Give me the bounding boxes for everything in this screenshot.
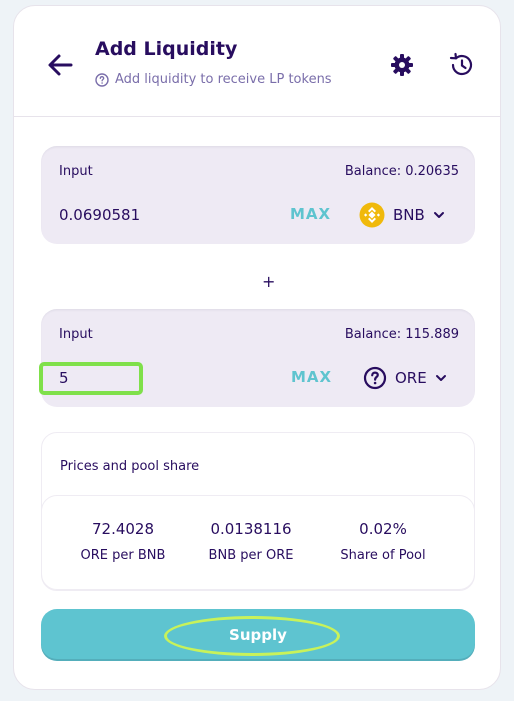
prices-stats: 72.4028 ORE per BNB 0.0138116 BNB per OR… [41,495,475,591]
supply-label: Supply [229,626,287,644]
amount-input-a[interactable] [59,202,239,228]
subtitle-text: Add liquidity to receive LP tokens [115,72,332,87]
page-title: Add Liquidity [95,38,238,60]
amount-input-b[interactable] [59,365,179,391]
stat-ore-per-bnb: 72.4028 ORE per BNB [58,520,188,563]
token-name: ORE [395,369,427,387]
supply-button[interactable]: Supply [41,609,475,661]
stat-value: 0.0138116 [210,520,292,538]
stat-label: ORE per BNB [80,548,166,563]
input-panel-a: Input Balance: 0.20635 MAX BNB [41,146,475,244]
page-subtitle: Add liquidity to receive LP tokens [95,72,332,87]
chevron-down-icon [433,212,444,218]
token-name: BNB [393,206,425,224]
card-header: Add Liquidity Add liquidity to receive L… [14,6,500,117]
balance-text: Balance: 0.20635 [344,164,459,179]
input-label: Input [59,327,93,342]
input-panel-b: Input Balance: 115.889 MAX ORE [41,309,475,407]
stat-value: 0.02% [359,520,407,538]
chevron-down-icon [435,375,446,381]
token-select-bnb[interactable]: BNB [359,200,445,230]
question-circle-icon [363,366,387,390]
balance-text: Balance: 115.889 [344,327,459,342]
token-select-ore[interactable]: ORE [363,363,447,393]
prices-title: Prices and pool share [60,459,200,474]
max-button[interactable]: MAX [291,368,332,386]
question-circle-icon[interactable] [95,72,109,87]
stat-label: Share of Pool [340,548,426,563]
plus-sign: + [262,272,276,291]
input-label: Input [59,164,93,179]
add-liquidity-card: Add Liquidity Add liquidity to receive L… [13,5,501,690]
arrow-left-icon[interactable] [45,50,75,80]
stat-bnb-per-ore: 0.0138116 BNB per ORE [186,520,316,563]
prices-pool-share: Prices and pool share 72.4028 ORE per BN… [41,432,475,591]
stat-share-of-pool: 0.02% Share of Pool [318,520,448,563]
max-button[interactable]: MAX [290,205,331,223]
stat-label: BNB per ORE [208,548,294,563]
gear-icon[interactable] [389,52,415,78]
bnb-icon [359,202,385,228]
history-icon[interactable] [447,51,475,79]
stat-value: 72.4028 [91,520,155,538]
